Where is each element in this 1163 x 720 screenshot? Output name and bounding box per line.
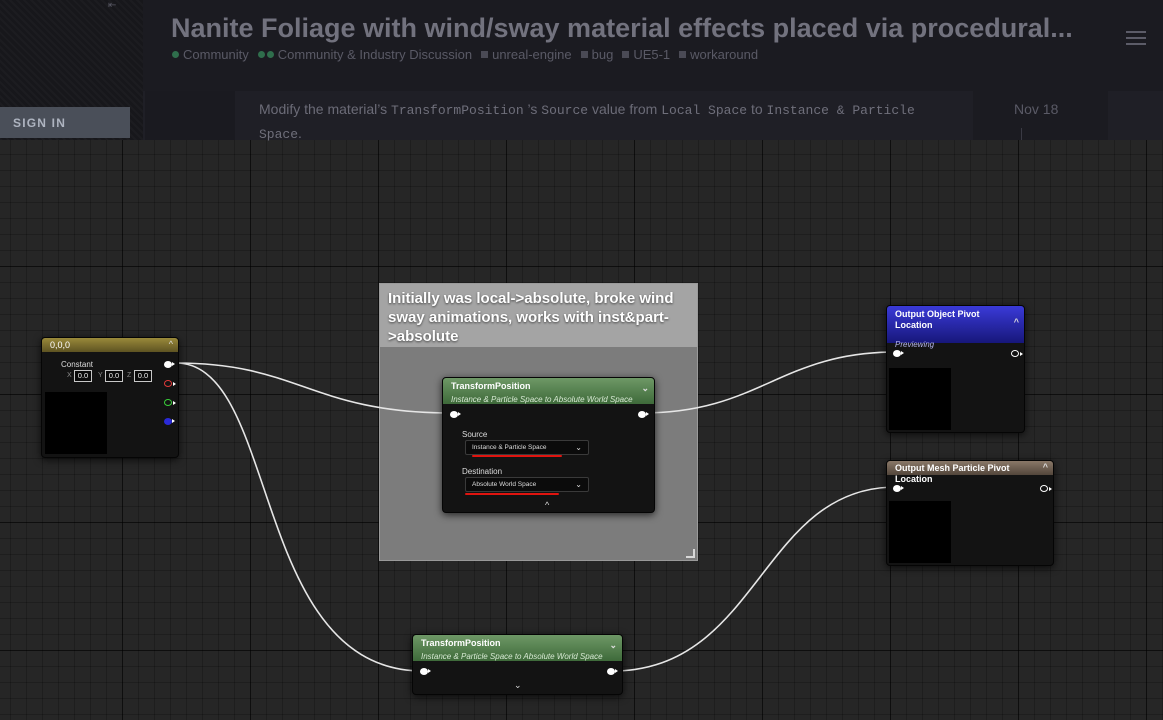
particle-output-pin[interactable] bbox=[1040, 485, 1052, 492]
constant-node[interactable]: 0,0,0 ^ Constant X 0.0 Y 0.0 Z 0.0 bbox=[41, 337, 179, 458]
source-dropdown[interactable]: Instance & Particle Space ⌄ bbox=[465, 440, 589, 455]
particle-preview bbox=[889, 501, 951, 563]
transform-position-node[interactable]: TransformPosition Instance & Particle Sp… bbox=[442, 377, 655, 513]
transform-bottom-title: TransformPosition bbox=[421, 638, 501, 648]
z-label: Z bbox=[127, 372, 132, 379]
destination-label: Destination bbox=[462, 467, 503, 476]
pivot-preview bbox=[889, 368, 951, 430]
particle-node-header[interactable]: Output Mesh Particle Pivot Location ^ bbox=[887, 461, 1053, 484]
transform-bottom-output-pin[interactable] bbox=[607, 668, 618, 675]
z-value-field[interactable]: 0.0 bbox=[134, 370, 152, 382]
pivot-input-pin[interactable] bbox=[893, 350, 904, 357]
collapse-options-icon[interactable]: ^ bbox=[545, 500, 549, 510]
transform-bottom-input-pin[interactable] bbox=[420, 668, 431, 675]
pivot-output-pin[interactable] bbox=[1011, 350, 1023, 357]
transform-node-subtitle: Instance & Particle Space to Absolute Wo… bbox=[451, 395, 633, 404]
expand-options-icon[interactable]: ⌄ bbox=[514, 680, 522, 691]
x-value-field[interactable]: 0.0 bbox=[74, 370, 92, 382]
source-label: Source bbox=[462, 430, 488, 439]
chevron-down-icon: ⌄ bbox=[575, 443, 582, 452]
y-value-field[interactable]: 0.0 bbox=[105, 370, 123, 382]
constant-output-pin[interactable] bbox=[164, 361, 175, 368]
constant-label: Constant bbox=[61, 360, 94, 369]
transform-node-title: TransformPosition bbox=[451, 381, 531, 391]
source-highlight-underline bbox=[472, 455, 562, 457]
chevron-down-icon: ⌄ bbox=[575, 480, 582, 489]
destination-value: Absolute World Space bbox=[472, 481, 537, 488]
constant-b-pin[interactable] bbox=[164, 418, 175, 425]
constant-g-pin[interactable] bbox=[164, 399, 176, 406]
x-label: X bbox=[67, 372, 72, 379]
output-object-pivot-node[interactable]: Output Object Pivot Location Previewing … bbox=[886, 305, 1025, 433]
chevron-up-icon[interactable]: ^ bbox=[1014, 317, 1019, 328]
wire-constant-to-transform bbox=[175, 362, 454, 414]
y-label: Y bbox=[98, 372, 103, 379]
source-value: Instance & Particle Space bbox=[472, 444, 547, 451]
chevron-up-icon[interactable]: ^ bbox=[169, 339, 173, 350]
destination-highlight-underline bbox=[465, 493, 559, 495]
transform-bottom-header[interactable]: TransformPosition Instance & Particle Sp… bbox=[413, 635, 622, 661]
transform-output-pin[interactable] bbox=[638, 411, 649, 418]
transform-bottom-subtitle: Instance & Particle Space to Absolute Wo… bbox=[421, 652, 603, 661]
pivot-node-header[interactable]: Output Object Pivot Location Previewing … bbox=[887, 306, 1024, 349]
transform-input-pin[interactable] bbox=[450, 411, 461, 418]
previewing-label: Previewing bbox=[895, 340, 935, 349]
transform-position-node-bottom[interactable]: TransformPosition Instance & Particle Sp… bbox=[412, 634, 623, 695]
wire-transform-to-pivot bbox=[641, 351, 897, 414]
particle-node-title: Output Mesh Particle Pivot Location bbox=[895, 463, 1010, 484]
chevron-down-icon[interactable]: ⌄ bbox=[609, 640, 617, 651]
output-mesh-particle-pivot-node[interactable]: Output Mesh Particle Pivot Location ^ bbox=[886, 460, 1054, 566]
chevron-up-icon[interactable]: ^ bbox=[1043, 462, 1048, 473]
wire-bottom-to-particle bbox=[611, 486, 897, 672]
constant-preview bbox=[45, 392, 107, 454]
transform-node-header[interactable]: TransformPosition Instance & Particle Sp… bbox=[443, 378, 654, 404]
chevron-down-icon[interactable]: ⌄ bbox=[641, 383, 649, 394]
constant-node-title: 0,0,0 bbox=[50, 340, 71, 350]
particle-input-pin[interactable] bbox=[893, 485, 904, 492]
constant-r-pin[interactable] bbox=[164, 380, 176, 387]
constant-node-header[interactable]: 0,0,0 ^ bbox=[42, 338, 178, 352]
destination-dropdown[interactable]: Absolute World Space ⌄ bbox=[465, 477, 589, 492]
pivot-node-title: Output Object Pivot Location bbox=[895, 309, 980, 330]
